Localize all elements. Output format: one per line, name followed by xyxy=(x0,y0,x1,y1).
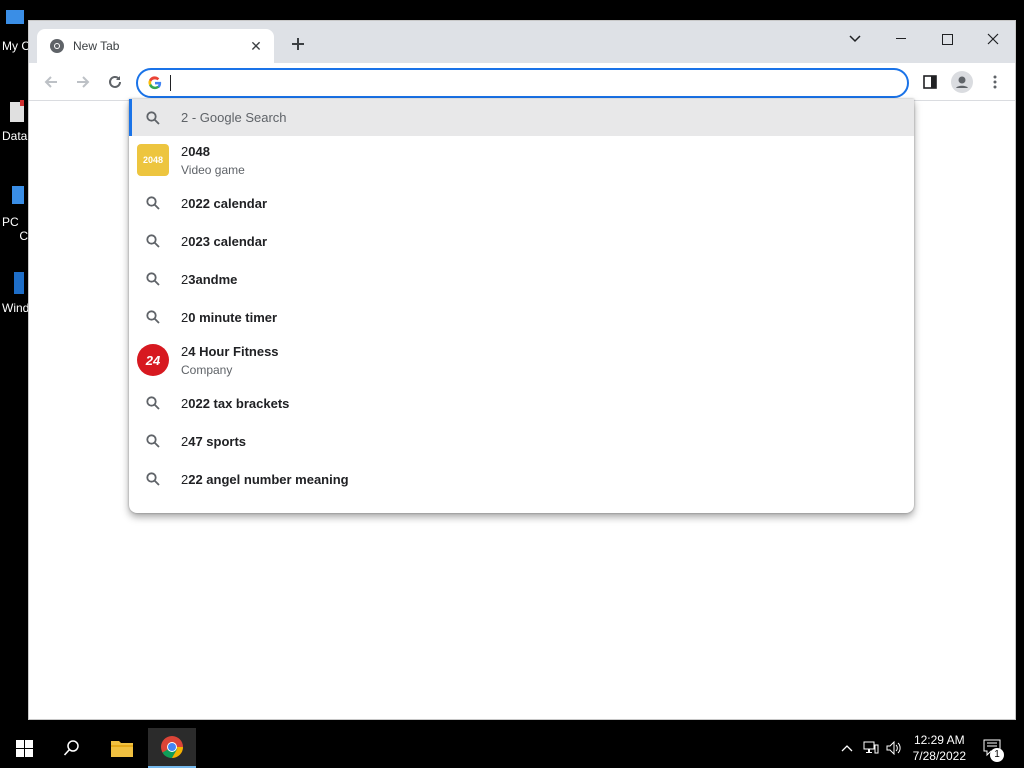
forward-button[interactable] xyxy=(71,70,95,94)
menu-button[interactable] xyxy=(983,70,1007,94)
close-button[interactable] xyxy=(970,25,1016,53)
2048-game-icon: 2048 xyxy=(137,144,169,176)
suggestion-google-search[interactable]: 2 - Google Search xyxy=(129,99,914,136)
windows-logo-icon xyxy=(15,739,33,757)
desktop-icon-my-computer[interactable]: My C xyxy=(0,8,28,53)
network-button[interactable] xyxy=(860,728,882,768)
search-icon xyxy=(146,310,160,324)
omnibox-suggestions: 2 - Google Search 2048 2048 Video game 2… xyxy=(129,99,914,513)
taskbar-chrome[interactable] xyxy=(148,728,196,768)
suggestion-text: 247 sports xyxy=(181,433,247,449)
folder-icon xyxy=(111,741,133,757)
suggestion-222-angel-number[interactable]: 222 angel number meaning xyxy=(129,460,914,498)
tab-search-button[interactable] xyxy=(832,25,878,53)
minimize-button[interactable] xyxy=(878,25,924,53)
network-icon xyxy=(863,741,879,754)
tab-close-icon[interactable]: ✕ xyxy=(248,38,264,55)
clock-time: 12:29 AM xyxy=(913,733,965,747)
side-panel-button[interactable] xyxy=(918,70,942,94)
chevron-up-icon xyxy=(841,745,853,752)
taskbar-file-explorer[interactable] xyxy=(98,728,146,768)
address-bar[interactable] xyxy=(136,68,909,98)
suggestion-2022-calendar[interactable]: 2022 calendar xyxy=(129,184,914,222)
google-icon xyxy=(148,76,162,90)
volume-button[interactable] xyxy=(884,728,906,768)
desktop-icon-label: Data xyxy=(2,129,28,143)
desktop-icon-label: Wind xyxy=(2,301,28,315)
notification-count-badge: 1 xyxy=(990,748,1004,762)
chrome-icon xyxy=(161,736,183,758)
desktop-icon-windows[interactable]: Wind xyxy=(0,270,28,315)
suggestion-text: 222 angel number meaning xyxy=(181,471,349,487)
back-button[interactable] xyxy=(39,70,63,94)
suggestion-text: 23andme xyxy=(181,271,238,287)
suggestion-20-minute-timer[interactable]: 20 minute timer xyxy=(129,298,914,336)
suggestion-text: 2022 tax brackets xyxy=(181,395,290,411)
desktop-icon-label: PC xyxy=(2,215,19,229)
suggestion-24-hour-fitness[interactable]: 24 24 Hour Fitness Company xyxy=(129,336,914,384)
chrome-icon xyxy=(50,39,64,53)
start-button[interactable] xyxy=(0,728,48,768)
plus-icon xyxy=(292,38,304,50)
reload-button[interactable] xyxy=(103,70,127,94)
side-panel-icon xyxy=(923,75,937,89)
desktop-icon-label: My C xyxy=(2,39,28,53)
clock-date: 7/28/2022 xyxy=(912,749,966,763)
suggestion-247-sports[interactable]: 247 sports xyxy=(129,422,914,460)
search-icon xyxy=(146,434,160,448)
suggestion-2048[interactable]: 2048 2048 Video game xyxy=(129,136,914,184)
suggestion-text: 2023 calendar xyxy=(181,233,268,249)
tab-strip: New Tab ✕ xyxy=(29,21,1015,63)
suggestion-subtitle: Company xyxy=(181,362,233,377)
arrow-left-icon xyxy=(44,76,57,88)
suggestion-text: 24 Hour Fitness xyxy=(181,343,279,359)
action-center-button[interactable]: 1 xyxy=(978,728,1008,768)
system-clock[interactable]: 12:29 AM 7/28/2022 xyxy=(913,732,966,764)
more-vert-icon xyxy=(993,75,997,89)
toolbar xyxy=(29,63,1015,101)
search-icon xyxy=(146,196,160,210)
suggestion-subtitle: Video game xyxy=(181,162,245,177)
text-cursor xyxy=(170,75,171,91)
chevron-down-icon xyxy=(849,35,861,43)
24-hour-fitness-logo-icon: 24 xyxy=(137,344,169,376)
omnibox-input[interactable] xyxy=(179,73,907,93)
arrow-right-icon xyxy=(77,76,90,88)
search-icon xyxy=(146,234,160,248)
suggestion-23andme[interactable]: 23andme xyxy=(129,260,914,298)
maximize-button[interactable] xyxy=(924,25,970,53)
search-icon xyxy=(146,110,160,125)
maximize-icon xyxy=(941,33,953,45)
pc-icon xyxy=(12,186,24,204)
profile-button[interactable] xyxy=(950,70,974,94)
search-icon xyxy=(146,272,160,286)
search-icon xyxy=(63,740,79,756)
suggestion-text: 2022 calendar xyxy=(181,195,268,211)
tab-new-tab[interactable]: New Tab ✕ xyxy=(37,29,274,63)
speaker-icon xyxy=(886,741,901,755)
reload-icon xyxy=(109,75,121,88)
suggestion-text: 2048 xyxy=(181,143,210,159)
close-icon xyxy=(987,33,999,45)
new-tab-button[interactable] xyxy=(288,33,308,57)
search-icon xyxy=(146,472,160,486)
minimize-icon xyxy=(896,38,906,39)
avatar-icon xyxy=(951,71,973,93)
taskbar-search-button[interactable] xyxy=(48,728,96,768)
taskbar: 12:29 AM 7/28/2022 1 xyxy=(0,728,1024,768)
computer-icon xyxy=(6,10,24,24)
tab-title: New Tab xyxy=(73,39,120,53)
windows-icon xyxy=(14,272,24,294)
desktop-icon-label-2: C xyxy=(19,229,28,243)
suggestion-2023-calendar[interactable]: 2023 calendar xyxy=(129,222,914,260)
database-icon xyxy=(10,100,24,122)
suggestion-text: 2 - Google Search xyxy=(181,110,287,125)
suggestion-text: 20 minute timer xyxy=(181,309,278,325)
desktop-icon-data[interactable]: Data xyxy=(0,98,28,143)
search-icon xyxy=(146,396,160,410)
desktop-icon-pc[interactable]: PC C xyxy=(0,184,28,243)
suggestion-2022-tax-brackets[interactable]: 2022 tax brackets xyxy=(129,384,914,422)
show-hidden-icons-button[interactable] xyxy=(838,728,856,768)
